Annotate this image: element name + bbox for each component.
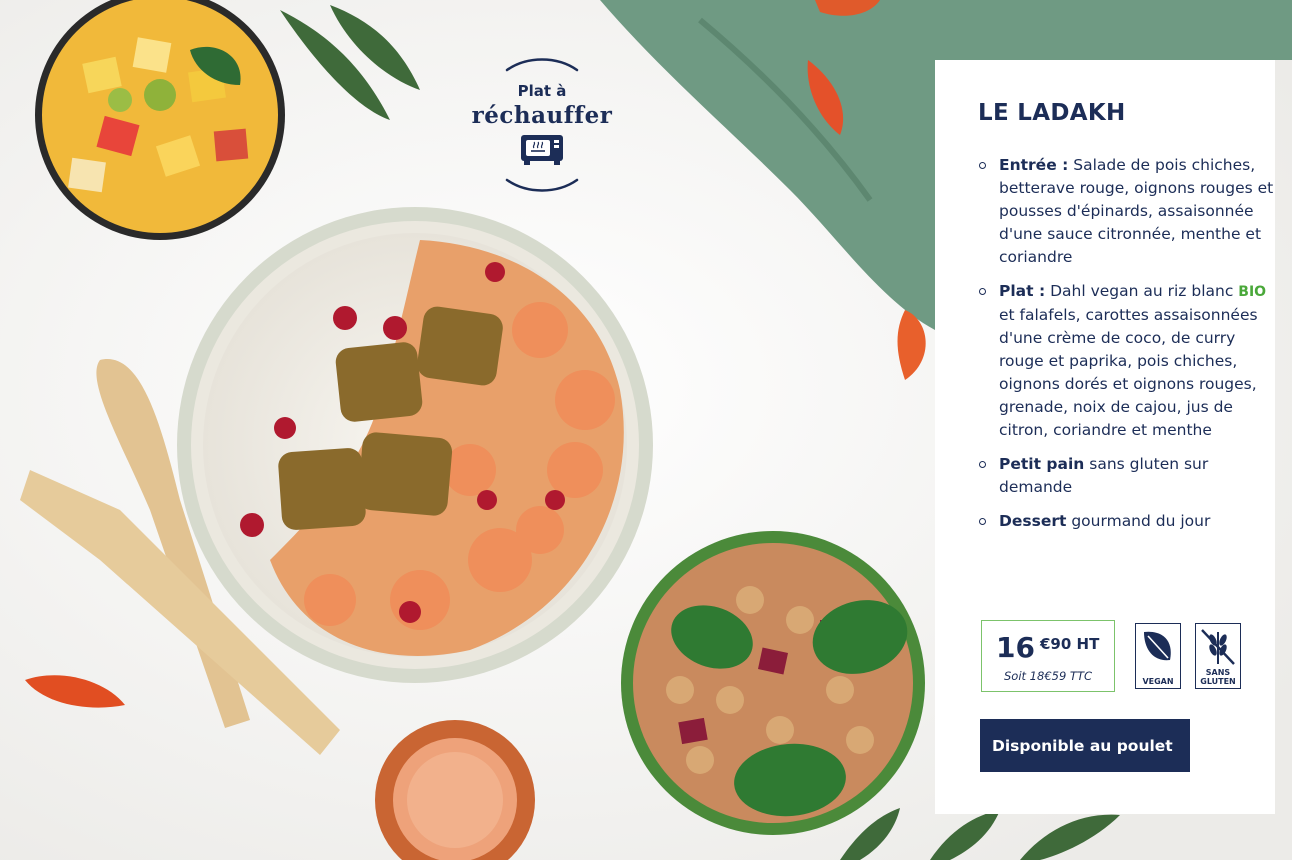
item-text: Dahl vegan au riz blanc [1050,282,1234,300]
gluten-caption-line1: SANS [1205,668,1231,677]
menu-card: Plat à réchauffer LE LADAKH Entrée : Sal… [0,0,1292,860]
price-box: 16 €90 HT Soit 18€59 TTC [981,620,1115,692]
menu-panel: LE LADAKH Entrée : Salade de pois chiche… [935,60,1275,814]
badge-line1: Plat à [517,82,567,100]
menu-title: LE LADAKH [978,100,1126,126]
reheat-badge: Plat à réchauffer [462,52,622,202]
gluten-caption-line2: GLUTEN [1200,677,1236,686]
item-text: gourmand du jour [1071,512,1211,530]
wheat-crossed-icon [1201,629,1235,665]
bullet-icon [979,461,986,468]
bio-tag: BIO [1238,284,1267,300]
item-label: Petit pain [999,455,1085,473]
bullet-icon [979,518,986,525]
list-item-entree: Entrée : Salade de pois chiches, bettera… [979,154,1279,269]
item-text: et falafels, carottes assaisonnées d'une… [999,306,1258,439]
price-euros: 16 [996,631,1035,664]
badge-line2: réchauffer [471,102,613,129]
price-ttc: Soit 18€59 TTC [1003,669,1092,683]
chicken-option-button[interactable]: Disponible au poulet [980,719,1190,772]
item-label: Dessert [999,512,1067,530]
price-cents: €90 HT [1040,635,1100,653]
bullet-icon [979,288,986,295]
gluten-free-label: SANS GLUTEN [1195,623,1241,689]
list-item-dessert: Dessert gourmand du jour [979,510,1279,533]
menu-items-list: Entrée : Salade de pois chiches, bettera… [979,154,1279,544]
list-item-petit-pain: Petit pain sans gluten sur demande [979,453,1279,499]
leaf-icon [1144,631,1171,661]
item-label: Plat : [999,282,1046,300]
vegan-label: VEGAN [1135,623,1181,689]
vegan-caption: VEGAN [1142,677,1174,686]
bullet-icon [979,162,986,169]
microwave-icon [521,135,563,165]
gluten-caption: SANS GLUTEN [1196,668,1240,686]
item-label: Entrée : [999,156,1069,174]
list-item-plat: Plat : Dahl vegan au riz blanc BIO et fa… [979,280,1279,442]
